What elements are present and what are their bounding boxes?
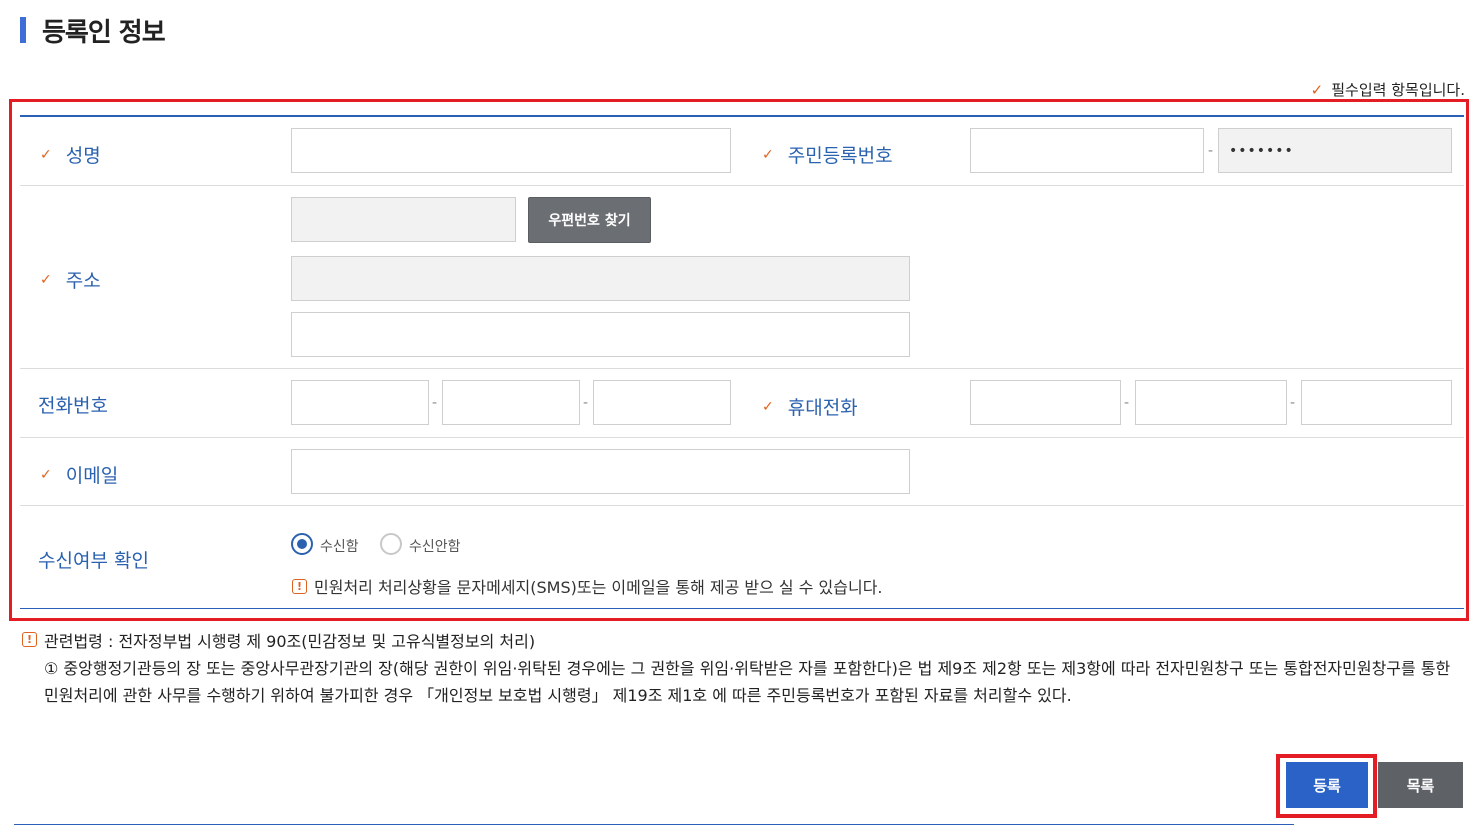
row-divider: [20, 368, 1464, 369]
form-top-border: [20, 115, 1464, 117]
receive-label: 수신여부 확인: [38, 550, 149, 572]
row-divider: [20, 185, 1464, 186]
zip-code-input[interactable]: [291, 197, 516, 242]
mobile-label: ✓ 휴대전화: [762, 397, 858, 419]
required-check-icon: ✓: [40, 146, 52, 163]
receive-yes-radio[interactable]: [291, 533, 313, 555]
form-bottom-border: [20, 608, 1464, 609]
submit-highlight-frame: [1276, 754, 1377, 818]
warning-icon: !: [22, 632, 37, 647]
rrn-label: ✓ 주민등록번호: [762, 145, 893, 167]
check-icon: ✓: [1310, 80, 1324, 99]
phone-part3-input[interactable]: [593, 380, 731, 425]
footer-divider: [14, 824, 1294, 825]
mobile-dash: -: [1290, 395, 1296, 411]
row-divider: [20, 437, 1464, 438]
mobile-part3-input[interactable]: [1301, 380, 1452, 425]
list-button[interactable]: 목록: [1378, 762, 1463, 808]
required-check-icon: ✓: [40, 466, 52, 483]
email-label: ✓ 이메일: [40, 465, 119, 487]
required-note-text: 필수입력 항목입니다.: [1331, 81, 1465, 99]
law-text: ① 중앙행정기관등의 장 또는 중앙사무관장기관의 장(해당 권한이 위임·위탁…: [44, 659, 1451, 705]
phone-dash: -: [583, 395, 589, 411]
title-accent-bar: [20, 17, 26, 43]
rrn-second-input[interactable]: •••••••: [1218, 128, 1452, 173]
name-label: ✓ 성명: [40, 145, 101, 167]
address-label: ✓ 주소: [40, 270, 101, 292]
required-check-icon: ✓: [40, 271, 52, 288]
receive-no-label[interactable]: 수신안함: [409, 536, 461, 556]
phone-label: 전화번호: [38, 395, 108, 417]
warning-icon: !: [292, 579, 307, 594]
required-check-icon: ✓: [762, 146, 774, 163]
email-input[interactable]: [291, 449, 910, 494]
form-highlight-frame: [9, 99, 1469, 621]
address-line2-input[interactable]: [291, 312, 910, 357]
address-line1-input[interactable]: [291, 256, 910, 301]
mobile-part1-input[interactable]: [970, 380, 1121, 425]
phone-part1-input[interactable]: [291, 380, 429, 425]
row-divider: [20, 505, 1464, 506]
required-note: ✓ 필수입력 항목입니다.: [1311, 79, 1465, 100]
mobile-dash: -: [1124, 395, 1130, 411]
receive-no-radio[interactable]: [380, 533, 402, 555]
sms-note: 민원처리 처리상황을 문자메세지(SMS)또는 이메일을 통해 제공 받으 실 …: [314, 578, 883, 597]
receive-yes-label[interactable]: 수신함: [320, 536, 359, 556]
name-input[interactable]: [291, 128, 731, 173]
phone-dash: -: [432, 395, 438, 411]
rrn-dash: -: [1208, 143, 1214, 159]
rrn-first-input[interactable]: [970, 128, 1204, 173]
mobile-part2-input[interactable]: [1135, 380, 1287, 425]
law-title: 관련법령 : 전자정부법 시행령 제 90조(민감정보 및 고유식별정보의 처리…: [44, 632, 536, 651]
page-title: 등록인 정보: [42, 18, 166, 48]
required-check-icon: ✓: [762, 398, 774, 415]
phone-part2-input[interactable]: [442, 380, 580, 425]
find-zip-button[interactable]: 우편번호 찾기: [528, 197, 651, 243]
